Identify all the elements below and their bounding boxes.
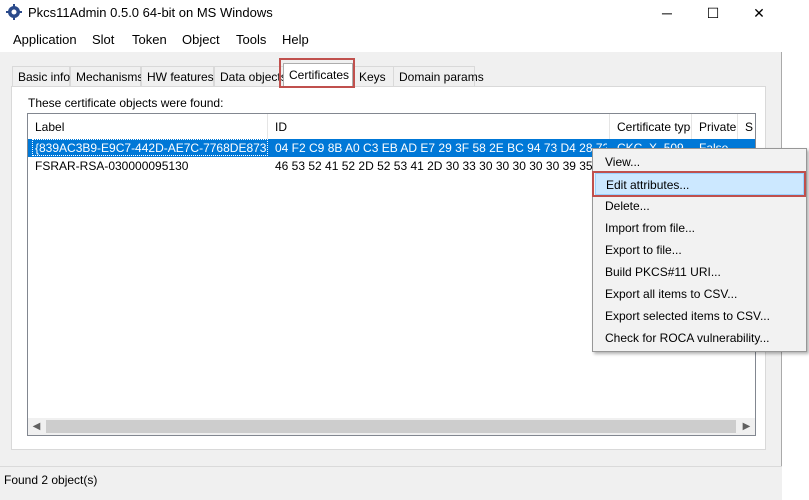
column-s[interactable]: S bbox=[738, 114, 755, 139]
minimize-button[interactable]: ─ bbox=[644, 0, 690, 26]
cell-label: FSRAR-RSA-030000095130 bbox=[35, 159, 189, 173]
tab-basic-info[interactable]: Basic info bbox=[12, 66, 70, 86]
scroll-right-icon[interactable]: ▶ bbox=[738, 418, 755, 435]
menu-item-export-all-csv[interactable]: Export all items to CSV... bbox=[595, 283, 804, 305]
cell-id: 46 53 52 41 52 2D 52 53 41 2D 30 33 30 3… bbox=[275, 159, 607, 173]
list-header: Label ID Certificate type Private S bbox=[28, 114, 755, 140]
tab-hw-features[interactable]: HW features bbox=[141, 66, 214, 86]
title-bar[interactable]: Pkcs11Admin 0.5.0 64-bit on MS Windows ─… bbox=[0, 0, 782, 26]
menu-object[interactable]: Object bbox=[182, 32, 220, 47]
menu-item-export-to-file[interactable]: Export to file... bbox=[595, 239, 804, 261]
menu-item-label: Check for ROCA vulnerability... bbox=[605, 331, 770, 345]
menu-item-label: Export all items to CSV... bbox=[605, 287, 738, 301]
menu-token[interactable]: Token bbox=[132, 32, 167, 47]
found-objects-caption: These certificate objects were found: bbox=[28, 96, 224, 110]
menu-item-check-roca[interactable]: Check for ROCA vulnerability... bbox=[595, 327, 804, 349]
close-button[interactable]: ✕ bbox=[736, 0, 782, 26]
maximize-button[interactable]: ☐ bbox=[690, 0, 736, 26]
menu-item-import-from-file[interactable]: Import from file... bbox=[595, 217, 804, 239]
tab-keys[interactable]: Keys bbox=[353, 66, 395, 86]
menu-item-label: View... bbox=[605, 155, 641, 169]
menu-item-export-selected-csv[interactable]: Export selected items to CSV... bbox=[595, 305, 804, 327]
tab-data-objects[interactable]: Data objects bbox=[214, 66, 287, 86]
scroll-thumb[interactable] bbox=[46, 420, 736, 433]
column-certificate-type[interactable]: Certificate type bbox=[610, 114, 692, 139]
status-bar: Found 2 object(s) bbox=[0, 466, 782, 500]
edit-attributes-highlight bbox=[592, 171, 806, 197]
horizontal-scrollbar[interactable]: ◀ ▶ bbox=[28, 418, 755, 435]
column-id[interactable]: ID bbox=[268, 114, 610, 139]
column-private[interactable]: Private bbox=[692, 114, 738, 139]
menu-application[interactable]: Application bbox=[13, 32, 77, 47]
menu-item-label: Import from file... bbox=[605, 221, 696, 235]
status-text: Found 2 object(s) bbox=[4, 473, 98, 487]
scroll-left-icon[interactable]: ◀ bbox=[28, 418, 45, 435]
menu-item-build-uri[interactable]: Build PKCS#11 URI... bbox=[595, 261, 804, 283]
menu-slot[interactable]: Slot bbox=[92, 32, 114, 47]
cell-label: {839AC3B9-E9C7-442D-AE7C-7768DE873CDC} bbox=[35, 141, 267, 155]
menu-item-label: Delete... bbox=[605, 199, 650, 213]
window-title: Pkcs11Admin 0.5.0 64-bit on MS Windows bbox=[28, 5, 273, 20]
certificates-tab-highlight bbox=[279, 58, 355, 88]
app-gear-icon bbox=[6, 4, 22, 20]
menu-item-label: Export selected items to CSV... bbox=[605, 309, 770, 323]
cell-id: 04 F2 C9 8B A0 C3 EB AD E7 29 3F 58 2E B… bbox=[275, 141, 607, 155]
tab-mechanisms[interactable]: Mechanisms bbox=[70, 66, 143, 86]
menu-item-delete[interactable]: Delete... bbox=[595, 195, 804, 217]
menu-item-label: Build PKCS#11 URI... bbox=[605, 265, 721, 279]
tab-domain-params[interactable]: Domain params bbox=[393, 66, 484, 86]
menu-help[interactable]: Help bbox=[282, 32, 309, 47]
menu-tools[interactable]: Tools bbox=[236, 32, 266, 47]
column-label[interactable]: Label bbox=[28, 114, 268, 139]
menu-bar: Application Slot Token Object Tools Help bbox=[0, 26, 782, 52]
menu-item-label: Export to file... bbox=[605, 243, 682, 257]
menu-item-view[interactable]: View... bbox=[595, 151, 804, 173]
